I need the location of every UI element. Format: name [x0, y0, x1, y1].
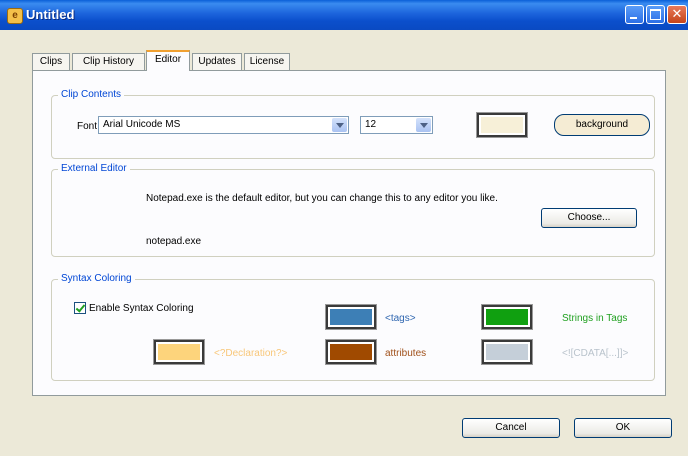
- swatch-fill: [330, 309, 372, 325]
- clip-contents-group: Clip Contents Font Arial Unicode MS 12 b…: [51, 89, 655, 159]
- font-size-select[interactable]: 12: [360, 116, 433, 134]
- title-bar[interactable]: e Untitled ✕: [0, 0, 688, 30]
- swatch-fill: [481, 117, 523, 133]
- current-editor-path: notepad.exe: [146, 236, 202, 247]
- tab-clip-history[interactable]: Clip History: [72, 53, 145, 70]
- chevron-down-icon[interactable]: [332, 118, 347, 132]
- ok-button[interactable]: OK: [574, 418, 672, 438]
- tab-editor[interactable]: Editor: [146, 50, 190, 71]
- minimize-button[interactable]: [625, 5, 644, 24]
- font-label: Font: [77, 121, 98, 132]
- font-select[interactable]: Arial Unicode MS: [98, 116, 349, 134]
- tab-clips[interactable]: Clips: [32, 53, 70, 70]
- strings-in-tags-color-swatch[interactable]: [481, 304, 533, 330]
- external-editor-legend: External Editor: [58, 163, 130, 174]
- enable-syntax-coloring-label[interactable]: Enable Syntax Coloring: [89, 303, 194, 314]
- background-color-swatch[interactable]: [476, 112, 528, 138]
- syntax-coloring-group: Syntax Coloring Enable Syntax Coloring <…: [51, 273, 655, 381]
- minimize-icon: [626, 6, 643, 23]
- close-icon: ✕: [671, 7, 683, 22]
- tags-color-swatch[interactable]: [325, 304, 377, 330]
- tab-updates[interactable]: Updates: [192, 53, 242, 70]
- swatch-fill: [486, 344, 528, 360]
- external-editor-group: External Editor Notepad.exe is the defau…: [51, 163, 655, 257]
- syntax-coloring-legend: Syntax Coloring: [58, 273, 135, 284]
- attributes-color-swatch[interactable]: [325, 339, 377, 365]
- tab-license[interactable]: License: [244, 53, 290, 70]
- maximize-icon: [647, 6, 664, 23]
- attributes-label: attributes: [385, 348, 427, 359]
- strings-in-tags-label: Strings in Tags: [562, 313, 628, 324]
- cdata-label: <![CDATA[...]]>: [562, 348, 629, 359]
- font-select-value: Arial Unicode MS: [103, 119, 181, 130]
- window-title: Untitled: [26, 7, 75, 22]
- cancel-button[interactable]: Cancel: [462, 418, 560, 438]
- declaration-color-swatch[interactable]: [153, 339, 205, 365]
- font-size-value: 12: [365, 119, 377, 130]
- chevron-down-icon[interactable]: [416, 118, 431, 132]
- swatch-fill: [486, 309, 528, 325]
- choose-editor-button[interactable]: Choose...: [541, 208, 637, 228]
- app-window: e Untitled ✕ Clips Clip History Editor U…: [0, 0, 688, 456]
- editor-tab-panel: Clip Contents Font Arial Unicode MS 12 b…: [32, 70, 666, 396]
- maximize-button[interactable]: [646, 5, 665, 24]
- app-icon: e: [7, 8, 23, 24]
- external-editor-description: Notepad.exe is the default editor, but y…: [146, 193, 498, 204]
- enable-syntax-coloring-checkbox[interactable]: [74, 302, 86, 314]
- clip-contents-legend: Clip Contents: [58, 89, 125, 100]
- declaration-label: <?Declaration?>: [214, 348, 288, 359]
- background-button[interactable]: background: [554, 114, 650, 136]
- swatch-fill: [158, 344, 200, 360]
- tags-label: <tags>: [385, 313, 416, 324]
- close-button[interactable]: ✕: [667, 5, 687, 24]
- swatch-fill: [330, 344, 372, 360]
- cdata-color-swatch[interactable]: [481, 339, 533, 365]
